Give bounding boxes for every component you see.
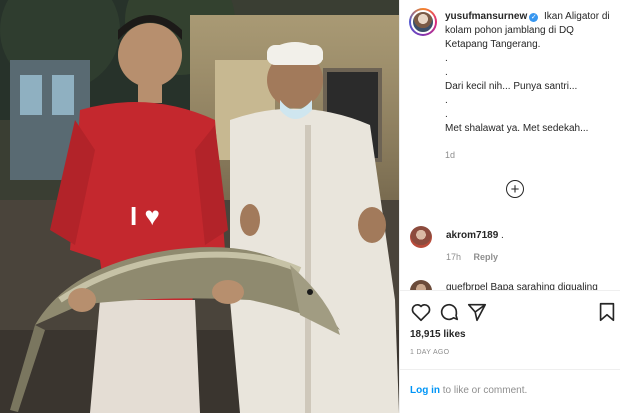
post-photo[interactable]: I ♥ bbox=[0, 0, 399, 413]
comment-text: guefbrpel Bapa sarahing digualing bbox=[446, 282, 598, 290]
heart-icon[interactable] bbox=[410, 301, 432, 323]
comment-item-partial: guefbrpel Bapa sarahing digualing bbox=[410, 278, 615, 290]
caption-line: . bbox=[445, 109, 448, 120]
caption-line: Met shalawat ya. Met sedekah... bbox=[445, 123, 589, 134]
paper-plane-icon[interactable] bbox=[466, 301, 488, 323]
caption-line: . bbox=[445, 67, 448, 78]
author-avatar[interactable] bbox=[409, 8, 437, 36]
bookmark-icon[interactable] bbox=[596, 301, 618, 323]
post-date[interactable]: 1 DAY AGO bbox=[410, 349, 449, 356]
post-actions: 18,915 likes 1 DAY AGO Log in to like or… bbox=[400, 290, 620, 413]
caption-line: Dari kecil nih... Punya santri... bbox=[445, 81, 578, 92]
post-time-ago[interactable]: 1d bbox=[445, 150, 455, 160]
reply-button[interactable]: Reply bbox=[474, 252, 499, 262]
post-caption: yusufmansurnew ✓ Ikan Aligator di kolam p… bbox=[445, 10, 615, 136]
verified-badge-icon: ✓ bbox=[529, 13, 539, 22]
login-prompt: Log in to like or comment. bbox=[400, 369, 620, 413]
caption-line: . bbox=[445, 53, 448, 64]
plus-circle-icon[interactable]: + bbox=[506, 180, 524, 198]
post-side-panel: yusufmansurnew ✓ Ikan Aligator di kolam p… bbox=[399, 0, 620, 413]
author-username[interactable]: yusufmansurnew bbox=[445, 11, 527, 22]
login-link[interactable]: Log in bbox=[410, 385, 440, 396]
post-photo-illustration: I ♥ bbox=[0, 0, 399, 413]
post-caption-area: yusufmansurnew ✓ Ikan Aligator di kolam p… bbox=[400, 0, 620, 170]
action-icon-row bbox=[410, 301, 615, 325]
comment-text: . bbox=[501, 230, 504, 241]
commenter-username[interactable]: akrom7189 bbox=[446, 230, 498, 241]
commenter-avatar[interactable] bbox=[410, 280, 432, 290]
commenter-avatar[interactable] bbox=[410, 226, 432, 248]
comment-bubble-icon[interactable] bbox=[438, 301, 460, 323]
svg-text:I ♥: I ♥ bbox=[130, 201, 160, 231]
caption-line: . bbox=[445, 95, 448, 106]
like-count[interactable]: 18,915 likes bbox=[410, 329, 466, 340]
login-prompt-text: to like or comment. bbox=[440, 385, 528, 396]
comment-time[interactable]: 17h bbox=[446, 252, 461, 262]
